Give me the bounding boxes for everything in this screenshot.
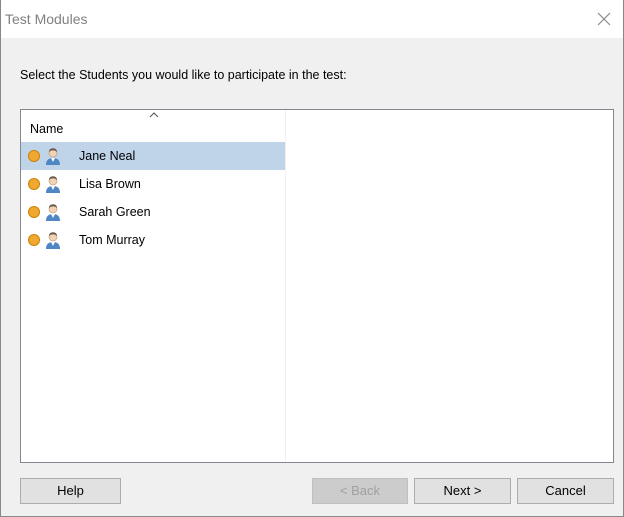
student-list[interactable]: Name Jane Neal Lisa Brown Sarah Green To… [20, 109, 614, 463]
list-item[interactable]: Jane Neal [21, 142, 285, 170]
title-bar: Test Modules [1, 0, 623, 38]
list-item-label: Lisa Brown [79, 177, 141, 191]
student-icon [46, 232, 60, 249]
dialog-window: Test Modules Select the Students you wou… [0, 0, 624, 517]
list-item[interactable]: Lisa Brown [21, 170, 285, 198]
status-dot-icon [28, 150, 40, 162]
column-header-label: Name [30, 122, 64, 136]
help-button[interactable]: Help [20, 478, 121, 504]
list-item-label: Sarah Green [79, 205, 151, 219]
instruction-text: Select the Students you would like to pa… [20, 68, 347, 82]
list-item[interactable]: Tom Murray [21, 226, 285, 254]
student-icon [46, 204, 60, 221]
student-icon [46, 148, 60, 165]
name-column: Name Jane Neal Lisa Brown Sarah Green To… [21, 110, 286, 462]
window-title: Test Modules [5, 11, 88, 27]
student-icon [46, 176, 60, 193]
column-header-name[interactable]: Name [21, 110, 285, 140]
status-dot-icon [28, 178, 40, 190]
list-item-label: Jane Neal [79, 149, 136, 163]
next-button[interactable]: Next > [414, 478, 511, 504]
close-icon[interactable] [591, 6, 617, 32]
back-button[interactable]: < Back [312, 478, 408, 504]
sort-ascending-icon [149, 112, 159, 118]
status-dot-icon [28, 234, 40, 246]
student-rows: Jane Neal Lisa Brown Sarah Green Tom Mur… [21, 142, 285, 254]
status-dot-icon [28, 206, 40, 218]
list-item-label: Tom Murray [79, 233, 145, 247]
list-item[interactable]: Sarah Green [21, 198, 285, 226]
cancel-button[interactable]: Cancel [517, 478, 614, 504]
